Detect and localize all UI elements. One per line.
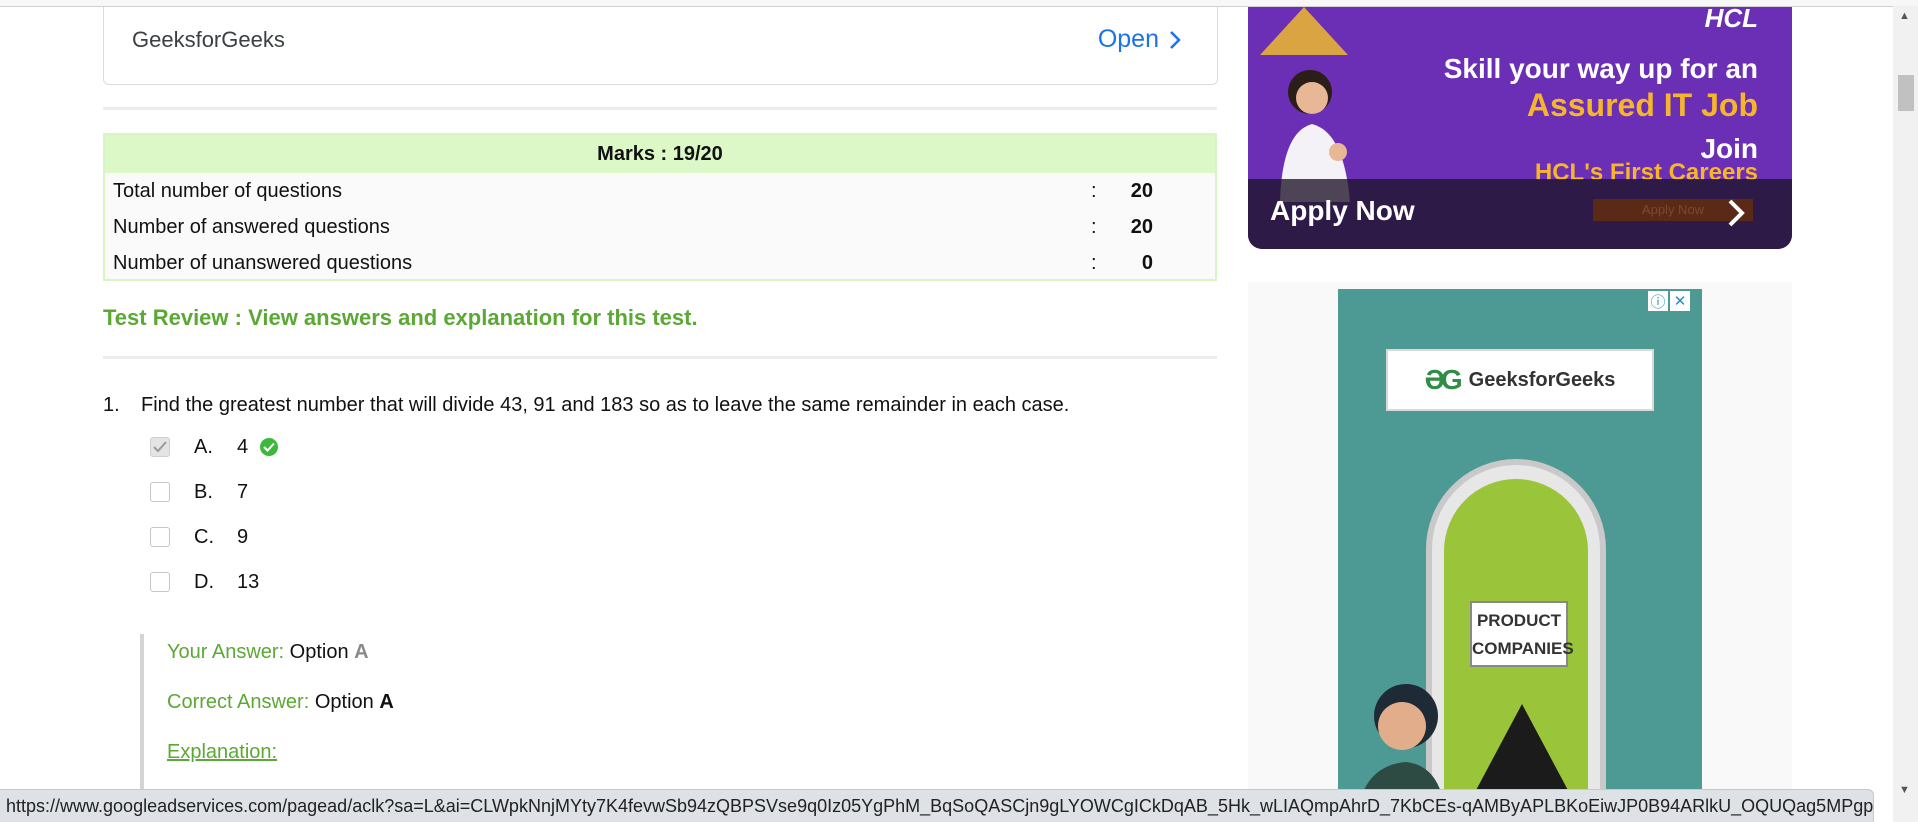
option-c: C. 9 <box>150 524 248 550</box>
ad-choices[interactable]: ⓘ ✕ <box>1648 291 1690 311</box>
open-button-label: Open <box>1097 25 1159 53</box>
marks-row-label: Total number of questions <box>113 180 343 202</box>
question-text: Find the greatest number that will divid… <box>141 394 1070 416</box>
option-b: B. 7 <box>150 479 248 505</box>
chevron-right-icon <box>1170 30 1181 49</box>
gfg-logo-text: GeeksforGeeks <box>1468 368 1616 391</box>
option-b-checkbox[interactable] <box>150 482 170 502</box>
correct-check-icon <box>260 438 279 456</box>
close-icon[interactable]: ✕ <box>1670 291 1690 311</box>
chevron-right-icon <box>1728 199 1745 227</box>
apply-now-label: Apply Now <box>1270 195 1415 226</box>
marks-row-answered: Number of answered questions : 20 <box>105 209 1215 245</box>
sponsored-app-card[interactable]: GeeksforGeeks Open <box>103 7 1218 85</box>
marks-row-unanswered: Number of unanswered questions : 0 <box>105 245 1215 281</box>
sign-line-2: COMPANIES <box>1472 639 1574 658</box>
correct-answer-label: Correct Answer: <box>167 691 310 713</box>
marks-row-colon: : <box>1091 252 1097 274</box>
correct-answer-prefix: Option <box>314 691 374 713</box>
scroll-down-arrow-icon[interactable]: ▼ <box>1899 784 1910 796</box>
vertical-scrollbar[interactable]: ▲ ▼ <box>1893 6 1918 822</box>
product-companies-sign: PRODUCT COMPANIES <box>1470 601 1574 667</box>
gfg-display-ad[interactable]: ⓘ ✕ ƏG GeeksforGeeks PRODUCT COMPANIES <box>1338 289 1702 822</box>
question-number: 1. <box>103 394 120 416</box>
decorative-triangle <box>1260 7 1348 55</box>
option-a: A. 4 <box>150 434 279 460</box>
option-d: D. 13 <box>150 569 259 595</box>
marks-header: Marks : 19/20 <box>105 135 1215 173</box>
hcl-logo: HCL <box>1704 7 1758 33</box>
your-answer-label: Your Answer: <box>167 641 285 663</box>
option-d-checkbox[interactable] <box>150 572 170 592</box>
marks-row-label: Number of answered questions <box>113 216 390 238</box>
test-review-link[interactable]: Test Review : View answers and explanati… <box>103 305 698 331</box>
answer-block-bar <box>140 634 144 794</box>
section-divider <box>103 107 1217 110</box>
option-value: 13 <box>237 570 260 593</box>
correct-answer-value: A <box>379 691 394 713</box>
scrollbar-thumb[interactable] <box>1898 75 1914 111</box>
marks-row-value: 0 <box>1141 252 1153 274</box>
explanation-link[interactable]: Explanation: <box>167 741 277 764</box>
ad-line-1: Skill your way up for an <box>1443 53 1758 84</box>
hcl-banner-ad[interactable]: HCL Skill your way up for an Assured IT … <box>1248 7 1792 249</box>
gfg-logo-mark: ƏG <box>1424 364 1463 395</box>
info-icon[interactable]: ⓘ <box>1648 291 1668 311</box>
option-letter: B. <box>194 480 213 503</box>
marks-row-colon: : <box>1091 216 1097 238</box>
option-value: 4 <box>237 435 249 458</box>
marks-row-value: 20 <box>1130 180 1153 202</box>
ad-line-2: Assured IT Job <box>1526 87 1758 123</box>
marks-row-label: Number of unanswered questions <box>113 252 413 274</box>
option-letter: D. <box>194 570 214 593</box>
browser-top-edge <box>0 0 1918 7</box>
option-letter: C. <box>194 525 214 548</box>
sign-line-1: PRODUCT <box>1476 611 1562 630</box>
gfg-logo: ƏG GeeksforGeeks <box>1386 349 1654 411</box>
marks-row-total: Total number of questions : 20 <box>105 173 1215 209</box>
option-a-checkbox[interactable] <box>150 437 170 457</box>
marks-row-colon: : <box>1091 180 1097 202</box>
section-divider <box>103 356 1217 359</box>
option-c-checkbox[interactable] <box>150 527 170 547</box>
your-answer-prefix: Option <box>289 641 349 663</box>
checkmark-icon <box>153 441 167 453</box>
option-value: 9 <box>237 525 249 548</box>
scroll-up-arrow-icon[interactable]: ▲ <box>1899 10 1910 22</box>
your-answer-value: A <box>354 641 369 663</box>
option-letter: A. <box>194 435 213 458</box>
marks-summary-table: Marks : 19/20 Total number of questions … <box>103 133 1217 281</box>
your-answer: Your Answer: Option A <box>167 641 369 664</box>
option-value: 7 <box>237 480 249 503</box>
apply-now-button[interactable]: Apply Now Apply Now <box>1248 179 1792 249</box>
sponsored-brand-name: GeeksforGeeks <box>132 27 285 52</box>
open-button[interactable]: Open <box>1098 25 1183 54</box>
status-bar-url: https://www.googleadservices.com/pagead/… <box>0 789 1874 822</box>
marks-row-value: 20 <box>1130 216 1153 238</box>
correct-answer: Correct Answer: Option A <box>167 691 394 714</box>
